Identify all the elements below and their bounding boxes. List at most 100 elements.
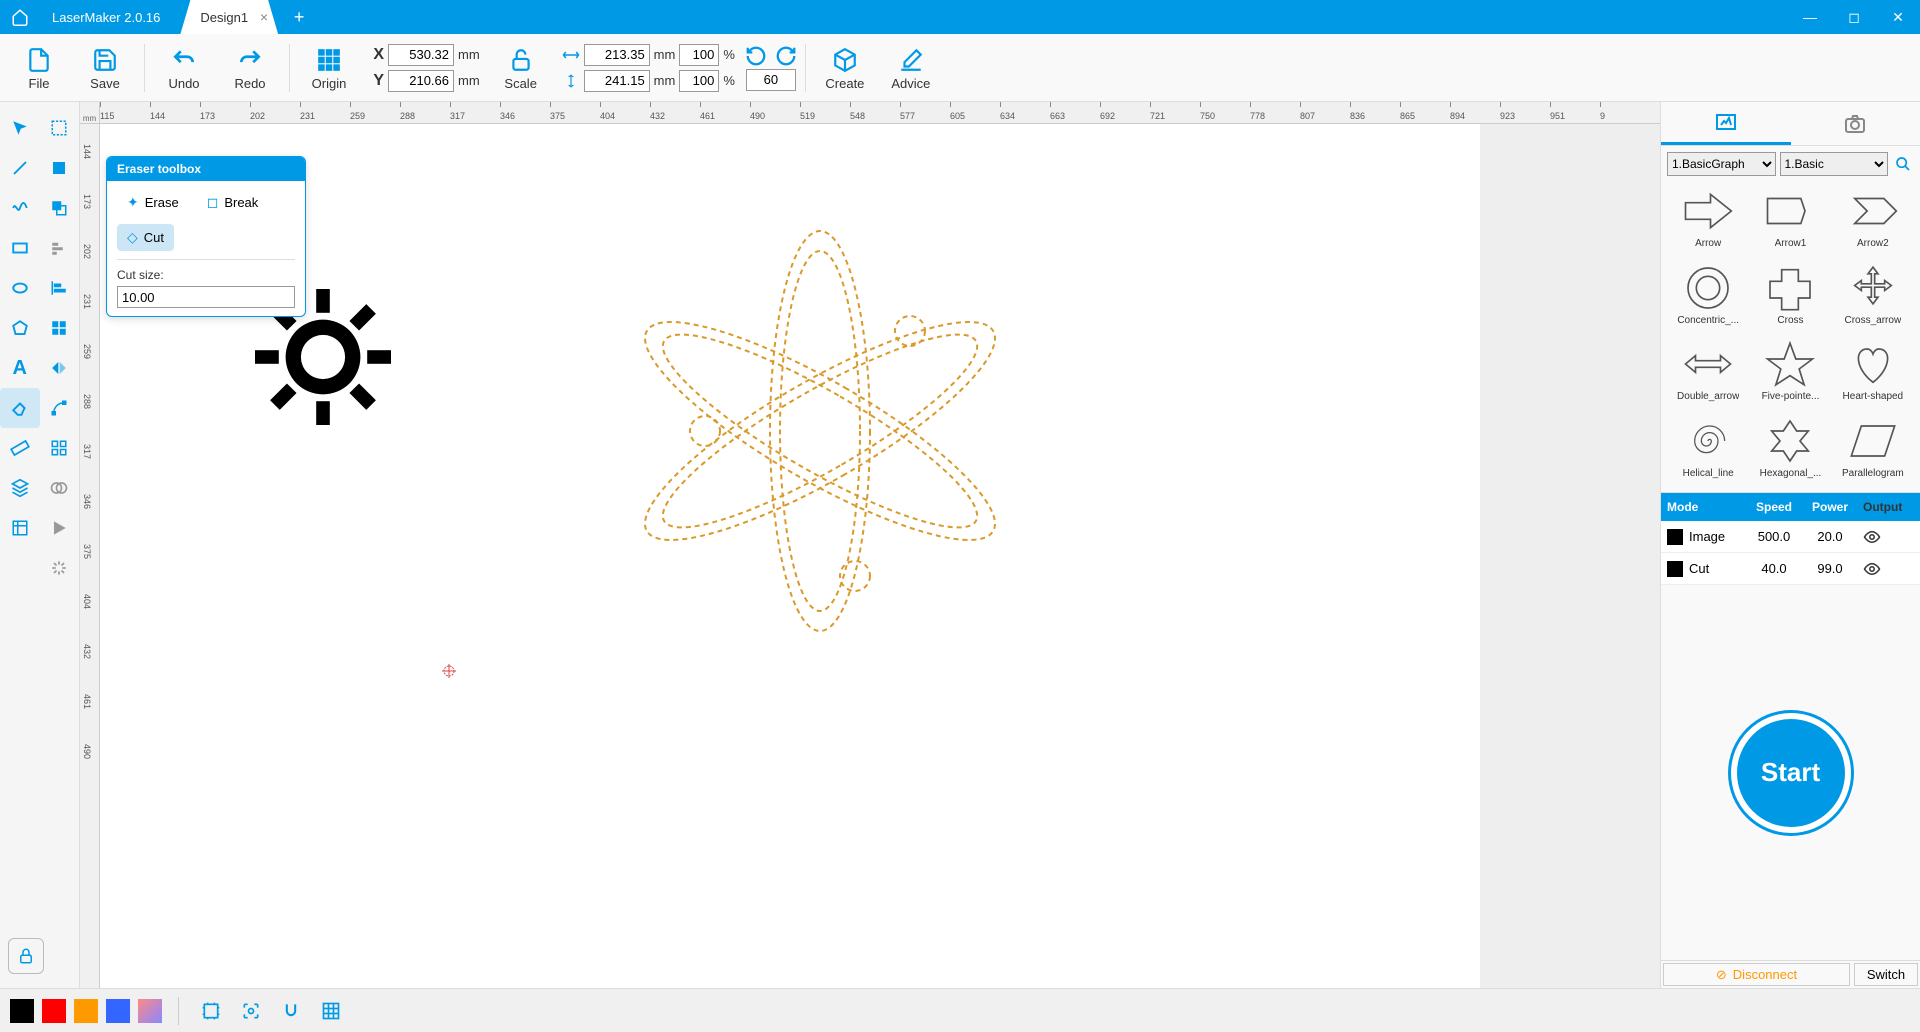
color-swatch[interactable] — [74, 999, 98, 1023]
switch-button[interactable]: Switch — [1854, 963, 1918, 986]
crop-tool[interactable] — [0, 508, 40, 548]
array-tool[interactable] — [40, 428, 80, 468]
origin-button[interactable]: Origin — [298, 38, 360, 98]
width-pct-input[interactable] — [679, 44, 719, 66]
break-mode-button[interactable]: ◻ Break — [197, 189, 269, 216]
undo-button[interactable]: Undo — [153, 38, 215, 98]
show-grid-button[interactable] — [315, 995, 347, 1027]
shape-item[interactable]: Cross — [1751, 263, 1829, 336]
width-icon — [562, 48, 580, 62]
shape-item[interactable]: Double_arrow — [1669, 339, 1747, 412]
eraser-tool[interactable] — [0, 388, 40, 428]
x-input[interactable] — [388, 44, 454, 66]
connection-status[interactable]: ⊘ Disconnect — [1663, 963, 1850, 986]
camera-tab[interactable] — [1791, 102, 1920, 145]
layers-table: Mode Speed Power Output Image500.020.0Cu… — [1661, 492, 1920, 585]
minimize-button[interactable]: — — [1788, 0, 1832, 34]
color-swatch[interactable] — [42, 999, 66, 1023]
start-button[interactable]: Start — [1731, 713, 1851, 833]
cut-mode-button[interactable]: ◇ Cut — [117, 224, 174, 251]
shape-item[interactable]: Arrow1 — [1751, 186, 1829, 259]
y-input[interactable] — [388, 70, 454, 92]
col-speed-header: Speed — [1745, 500, 1803, 514]
layer-visibility-icon[interactable] — [1857, 560, 1907, 578]
break-icon: ◻ — [207, 194, 219, 211]
shape-item[interactable]: Concentric_... — [1669, 263, 1747, 336]
shape-item[interactable]: Cross_arrow — [1834, 263, 1912, 336]
fill-tool[interactable] — [40, 148, 80, 188]
gradient-swatch[interactable] — [138, 999, 162, 1023]
curve-tool[interactable] — [0, 188, 40, 228]
line-tool[interactable] — [0, 148, 40, 188]
shape-item[interactable]: Parallelogram — [1834, 416, 1912, 489]
height-pct-input[interactable] — [679, 70, 719, 92]
shape-item[interactable]: Arrow — [1669, 186, 1747, 259]
color-swatch[interactable] — [10, 999, 34, 1023]
shape-icon — [1758, 186, 1822, 236]
zoom-selection-button[interactable] — [235, 995, 267, 1027]
shape-label: Cross — [1777, 315, 1803, 326]
subcategory-select[interactable]: 1.Basic — [1780, 152, 1889, 176]
align-left-tool[interactable] — [40, 268, 80, 308]
file-icon — [26, 44, 52, 76]
erase-mode-button[interactable]: ✦ Erase — [117, 189, 189, 216]
polygon-tool[interactable] — [0, 308, 40, 348]
rotate-ccw-icon[interactable] — [745, 45, 767, 67]
ellipse-tool[interactable] — [0, 268, 40, 308]
rectangle-tool[interactable] — [0, 228, 40, 268]
select-tool[interactable] — [0, 108, 40, 148]
fit-screen-button[interactable] — [195, 995, 227, 1027]
layer-visibility-icon[interactable] — [1857, 528, 1907, 546]
marquee-tool[interactable] — [40, 108, 80, 148]
rotate-cw-icon[interactable] — [775, 45, 797, 67]
canvas[interactable]: Eraser toolbox ✦ Erase ◻ Break — [100, 124, 1660, 988]
layer-row[interactable]: Image500.020.0 — [1661, 521, 1920, 553]
color-swatch[interactable] — [106, 999, 130, 1023]
atom-design-object[interactable] — [630, 216, 1010, 646]
text-tool[interactable]: A — [0, 348, 40, 388]
redo-button[interactable]: Redo — [219, 38, 281, 98]
search-shapes-icon[interactable] — [1892, 153, 1914, 175]
create-button[interactable]: Create — [814, 38, 876, 98]
shape-item[interactable]: Five-pointe... — [1751, 339, 1829, 412]
maximize-button[interactable]: ◻ — [1832, 0, 1876, 34]
shape-item[interactable]: Helical_line — [1669, 416, 1747, 489]
close-tab-icon[interactable]: × — [260, 9, 268, 25]
scale-button[interactable]: Scale — [490, 38, 552, 98]
shape-icon — [1841, 339, 1905, 389]
layers-tool[interactable] — [0, 468, 40, 508]
shape-item[interactable]: Hexagonal_... — [1751, 416, 1829, 489]
combine-tool[interactable] — [40, 188, 80, 228]
ruler-tool[interactable] — [0, 428, 40, 468]
save-button[interactable]: Save — [74, 38, 136, 98]
simulate-tool[interactable] — [40, 508, 80, 548]
burst-tool[interactable] — [40, 548, 80, 588]
shapes-tab[interactable] — [1661, 102, 1791, 145]
shape-item[interactable]: Arrow2 — [1834, 186, 1912, 259]
file-button[interactable]: File — [8, 38, 70, 98]
node-edit-tool[interactable] — [40, 388, 80, 428]
close-window-button[interactable]: ✕ — [1876, 0, 1920, 34]
x-label: X — [370, 46, 384, 64]
height-input[interactable] — [584, 70, 650, 92]
height-icon — [562, 74, 580, 88]
width-input[interactable] — [584, 44, 650, 66]
weld-tool[interactable] — [40, 468, 80, 508]
grid-tool[interactable] — [40, 308, 80, 348]
align-tool[interactable] — [40, 228, 80, 268]
document-tab[interactable]: Design1 × — [180, 0, 278, 34]
layer-row[interactable]: Cut40.099.0 — [1661, 553, 1920, 585]
shape-item[interactable]: Heart-shaped — [1834, 339, 1912, 412]
rotate-input[interactable] — [746, 69, 796, 91]
category-select[interactable]: 1.BasicGraph — [1667, 152, 1776, 176]
lock-button[interactable] — [8, 938, 44, 974]
cut-size-input[interactable] — [117, 286, 295, 308]
add-tab-button[interactable]: + — [286, 4, 312, 30]
save-icon — [92, 44, 118, 76]
mirror-tool[interactable] — [40, 348, 80, 388]
home-button[interactable] — [0, 0, 40, 34]
snap-button[interactable] — [275, 995, 307, 1027]
shape-label: Double_arrow — [1677, 391, 1739, 402]
advice-button[interactable]: Advice — [880, 38, 942, 98]
layer-power: 20.0 — [1803, 529, 1857, 544]
